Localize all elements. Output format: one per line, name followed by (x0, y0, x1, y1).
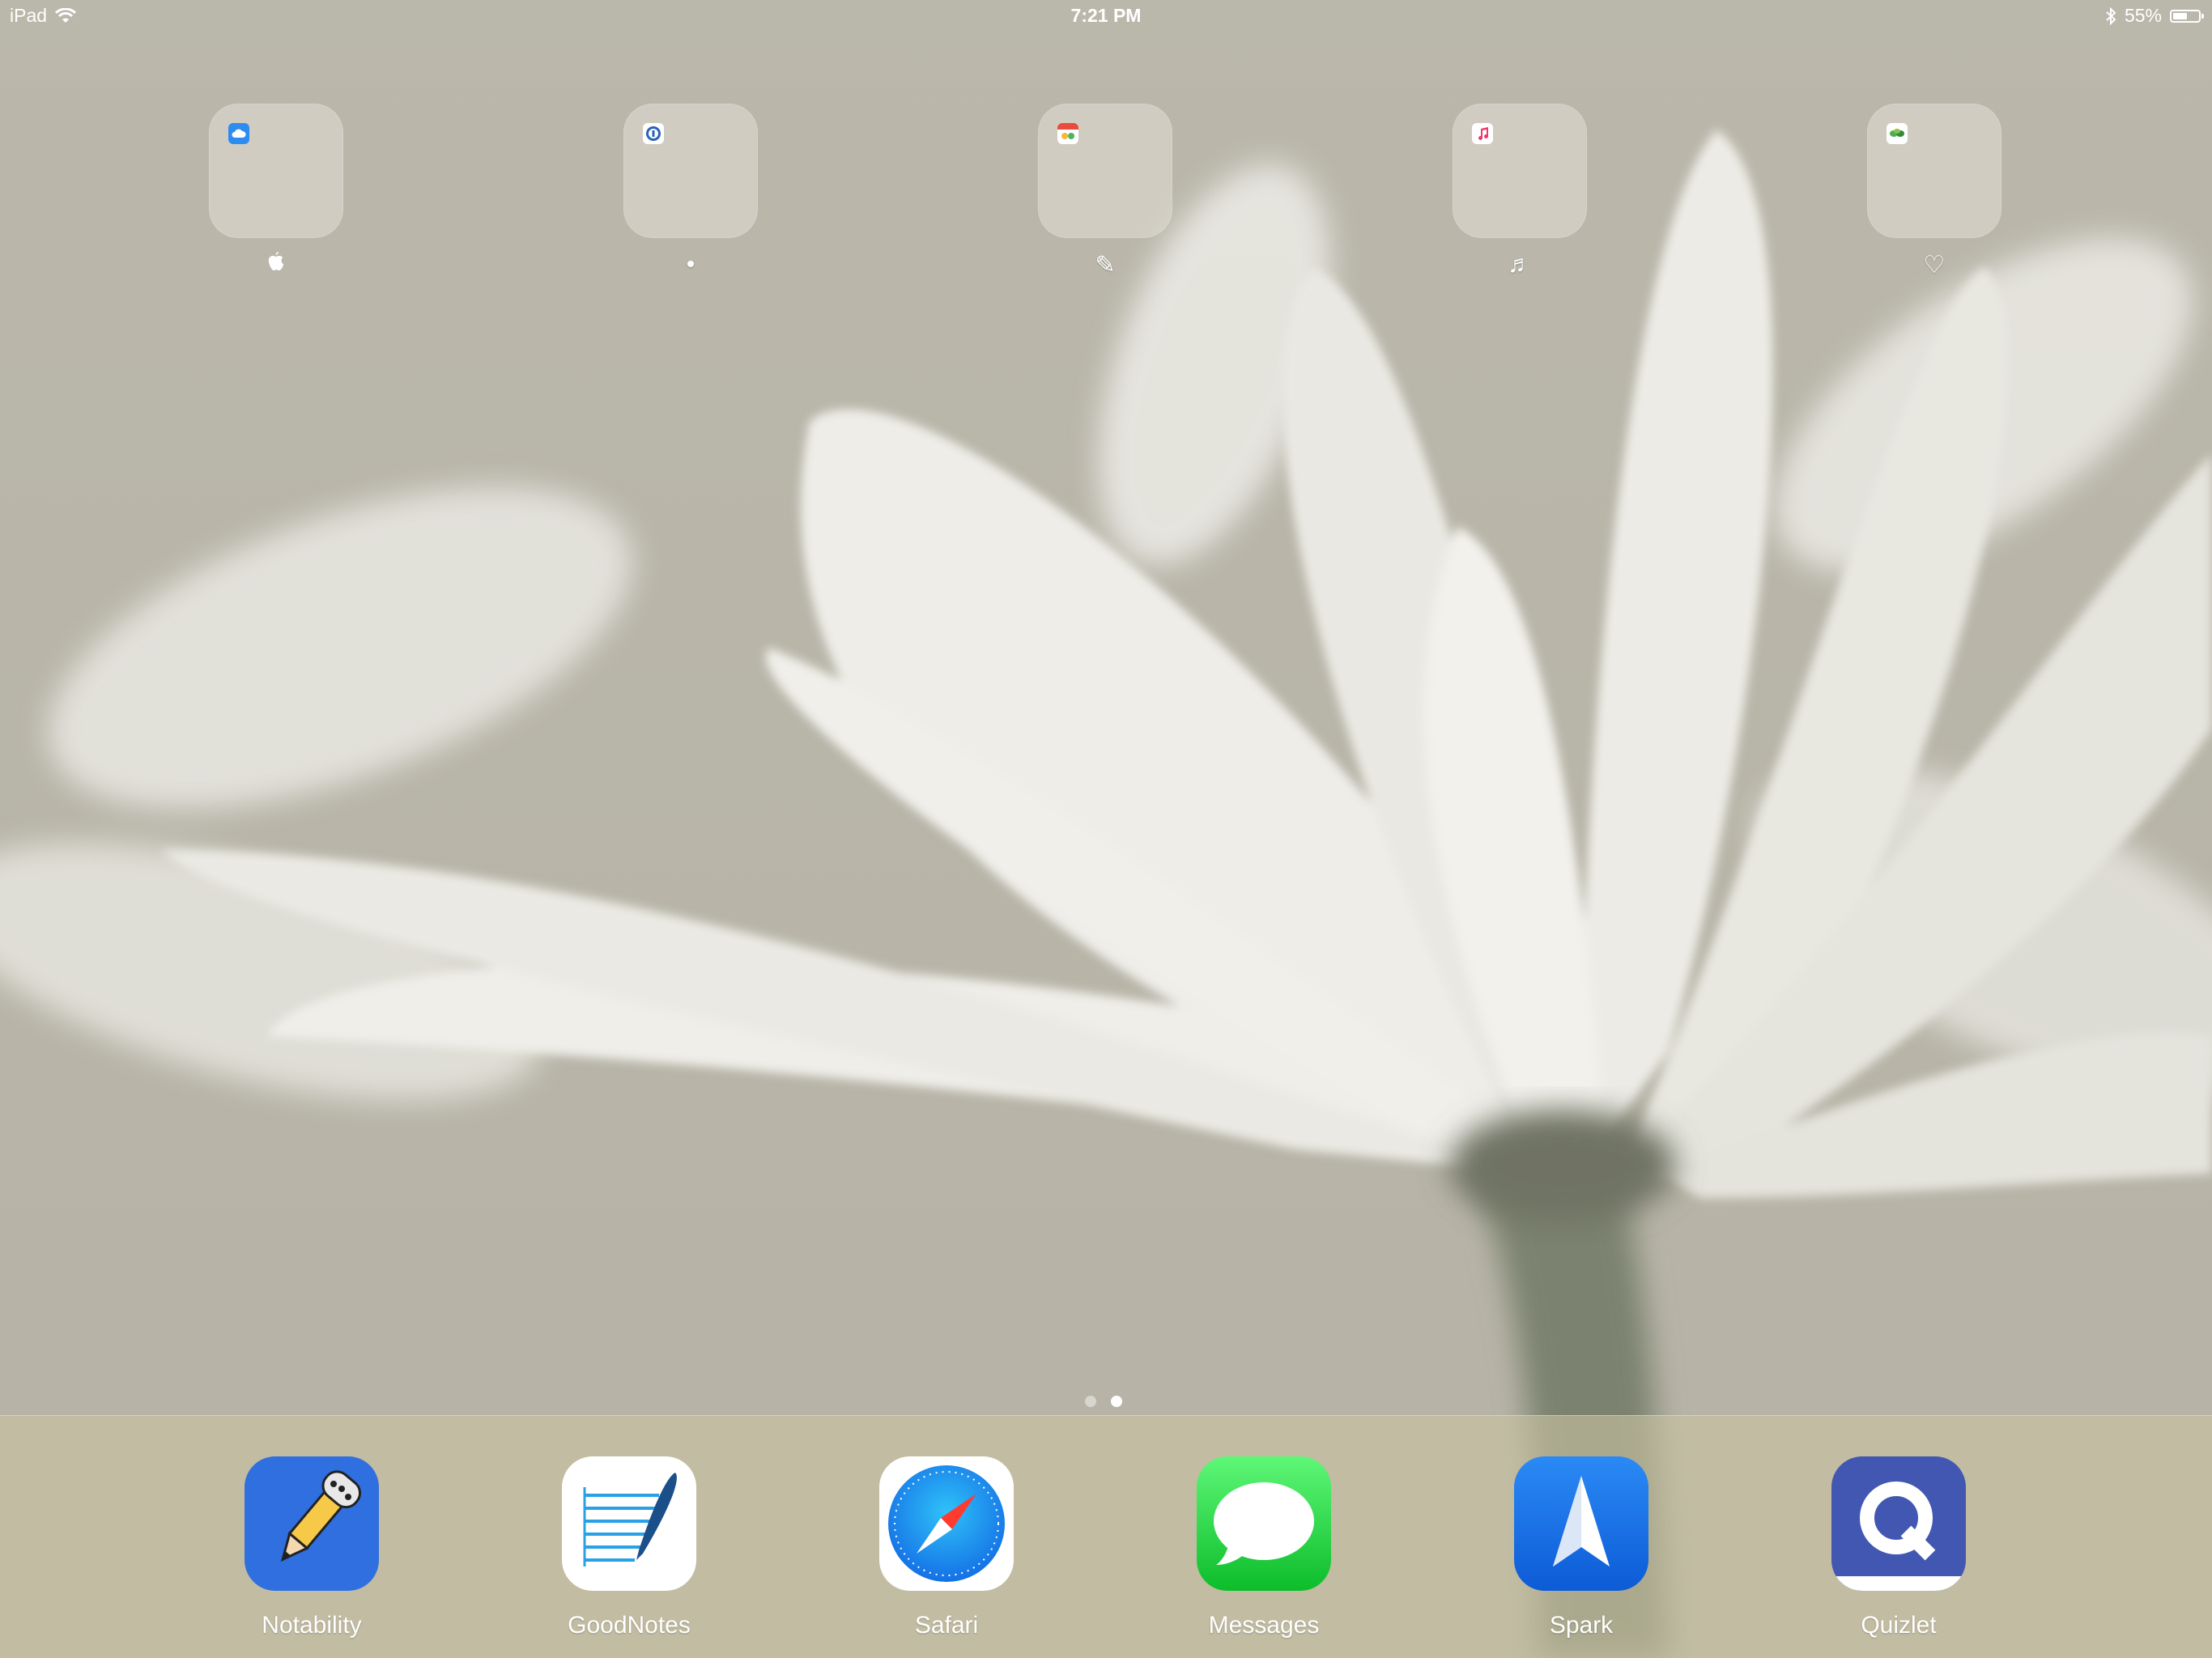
dock-app-label: GoodNotes (568, 1612, 691, 1639)
folder-label-pencil: ✎ (1095, 252, 1116, 278)
messages-icon[interactable] (1197, 1456, 1331, 1591)
safari-icon[interactable] (879, 1456, 1014, 1591)
folder-dot[interactable] (623, 104, 758, 238)
dock-app-label: Quizlet (1861, 1612, 1937, 1639)
page-dot-1[interactable] (1085, 1396, 1096, 1407)
battery-icon (2170, 9, 2204, 23)
health-app-icon (1887, 123, 1908, 144)
icloud-drive-icon (228, 123, 249, 144)
quizlet-icon[interactable] (1831, 1456, 1966, 1591)
apple-logo-icon (268, 252, 283, 270)
notability-icon[interactable] (245, 1456, 379, 1591)
page-dot-2[interactable] (1111, 1396, 1122, 1407)
goodnotes-icon[interactable] (562, 1456, 696, 1591)
dock-app-goodnotes[interactable]: GoodNotes (562, 1456, 696, 1639)
page-indicator[interactable] (1085, 1396, 1122, 1407)
dock-app-label: Safari (914, 1612, 979, 1639)
dock-app-label: Spark (1549, 1612, 1614, 1639)
calendar-app-icon (1057, 123, 1078, 144)
folder-label-dot: • (686, 251, 696, 278)
folder-label-music: ♬ (1508, 251, 1532, 278)
flower-wallpaper (0, 0, 2212, 1658)
dock-app-quizlet[interactable]: Quizlet (1831, 1456, 1966, 1639)
bluetooth-icon (2106, 6, 2116, 25)
dock-app-spark[interactable]: Spark (1514, 1456, 1648, 1639)
spark-icon[interactable] (1514, 1456, 1648, 1591)
music-app-icon (1472, 123, 1493, 144)
dock-app-label: Notability (262, 1612, 362, 1639)
home-screen: iPad 7:21 PM 55% • ✎ ♬ ♡ Notability Good… (0, 0, 2212, 1658)
1password-icon (643, 123, 664, 144)
folder-heart[interactable] (1867, 104, 2001, 238)
folder-label-apple (209, 251, 343, 278)
folder-label-heart: ♡ (1923, 252, 1946, 278)
folder-apple[interactable] (209, 104, 343, 238)
dock-app-label: Messages (1208, 1612, 1320, 1639)
clock: 7:21 PM (1070, 5, 1142, 26)
status-bar: iPad 7:21 PM 55% (0, 0, 2212, 32)
dock-app-safari[interactable]: Safari (879, 1456, 1014, 1639)
dock-app-messages[interactable]: Messages (1197, 1456, 1331, 1639)
folder-pencil[interactable] (1038, 104, 1172, 238)
dock-app-notability[interactable]: Notability (245, 1456, 379, 1639)
folder-music[interactable] (1453, 104, 1587, 238)
battery-percent: 55% (2124, 5, 2162, 26)
dock: Notability GoodNotes Safari Messages Spa… (0, 1415, 2212, 1658)
